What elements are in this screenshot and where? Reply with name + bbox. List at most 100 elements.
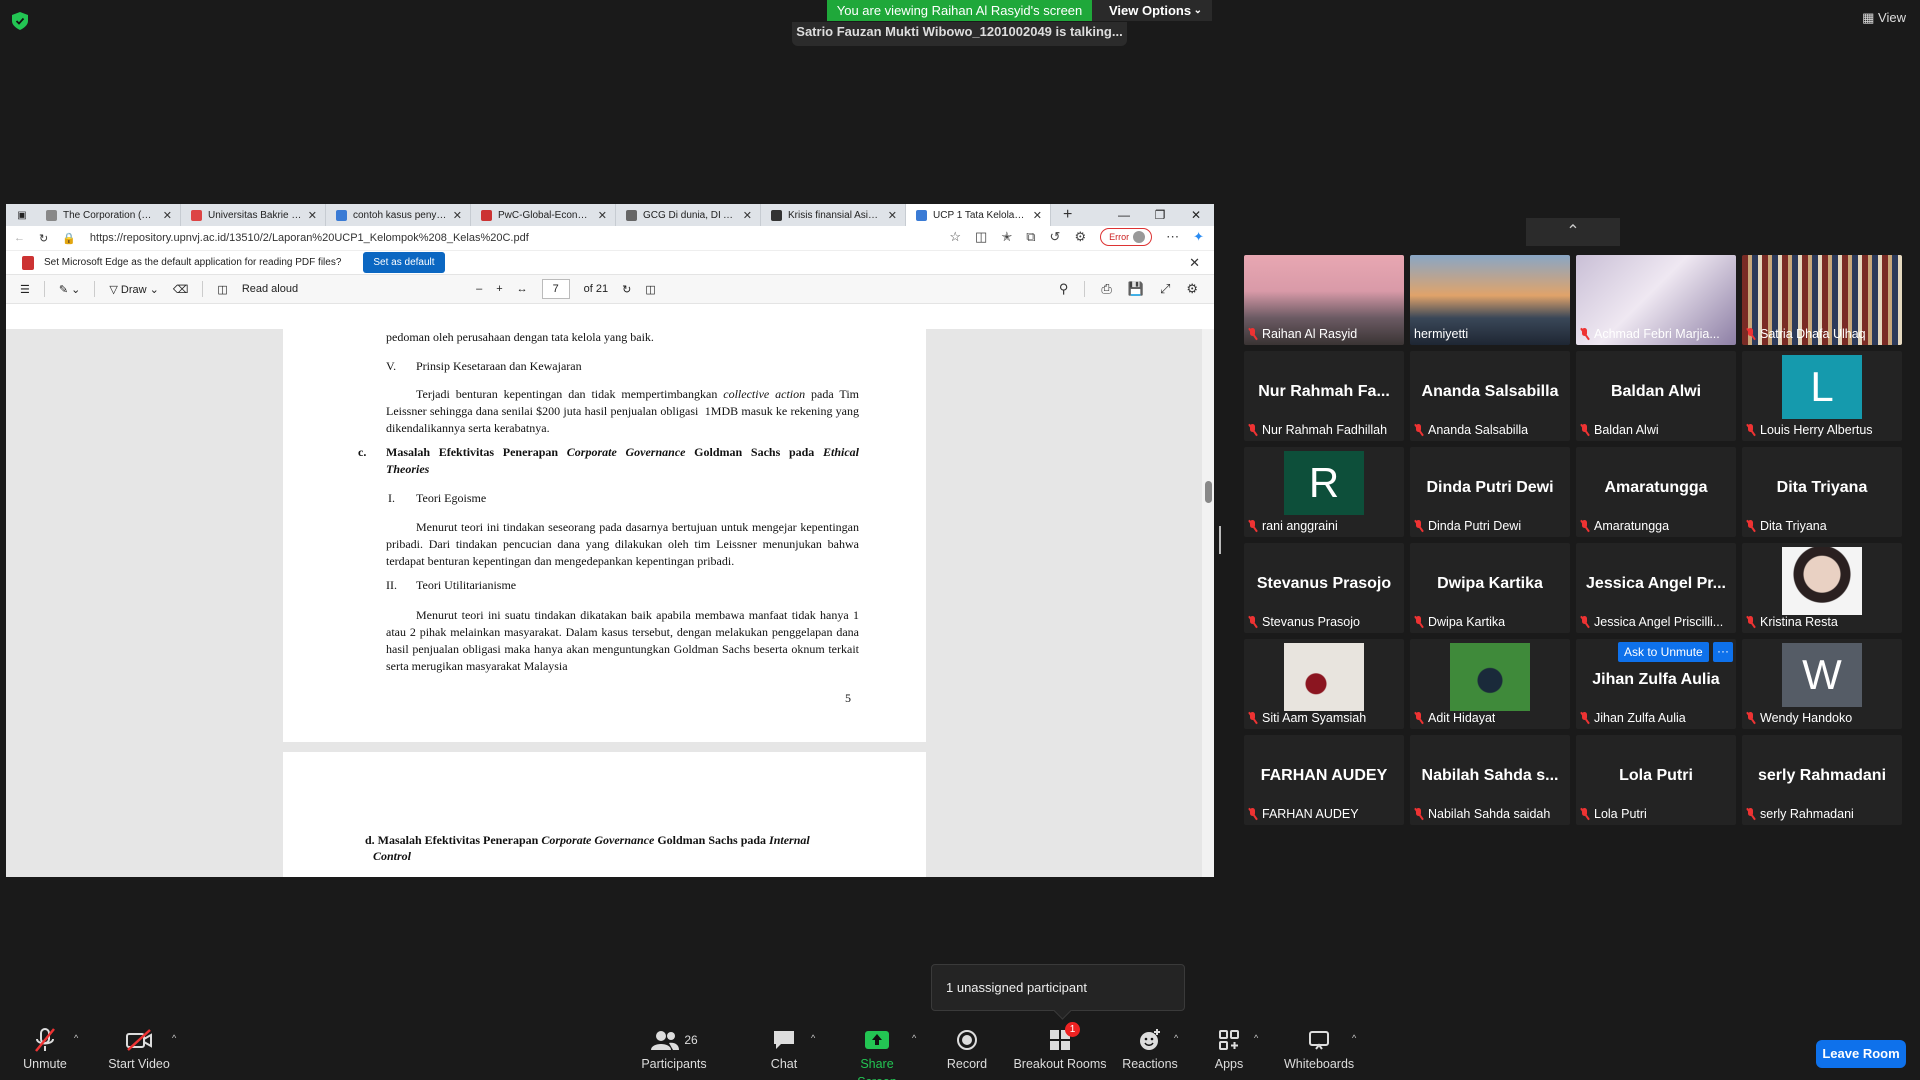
save-icon[interactable]: 💾 xyxy=(1128,281,1144,297)
participant-tile[interactable]: Satria Dhafa Ulhaq xyxy=(1742,255,1902,345)
chat-button[interactable]: Chat xyxy=(762,1025,806,1080)
browser-tab[interactable]: PwC-Global-Economi ✕ xyxy=(471,204,616,226)
browser-tab[interactable]: Krisis finansial Asia 19 ✕ xyxy=(761,204,906,226)
view-options-button[interactable]: View Options ⌄ xyxy=(1092,0,1212,21)
participant-tile[interactable]: W Wendy Handoko xyxy=(1742,639,1902,729)
zoom-in-icon[interactable]: + xyxy=(496,283,502,295)
participant-tile[interactable]: Adit Hidayat xyxy=(1410,639,1570,729)
share-screen-button[interactable]: Share Screen xyxy=(840,1025,914,1080)
split-resize-handle[interactable] xyxy=(1219,526,1221,554)
participant-tile[interactable]: Ananda Salsabilla Ananda Salsabilla xyxy=(1410,351,1570,441)
browser-tab[interactable]: GCG Di dunia, DI Asia ✕ xyxy=(616,204,761,226)
breakout-rooms-button[interactable]: 1 Breakout Rooms xyxy=(1013,1022,1107,1080)
rotate-icon[interactable]: ↻ xyxy=(622,283,631,296)
participant-tile[interactable]: Siti Aam Syamsiah xyxy=(1244,639,1404,729)
split-screen-icon[interactable]: ◫ xyxy=(975,229,987,245)
scroll-thumb[interactable] xyxy=(1205,481,1212,503)
read-aloud-button[interactable]: Read aloud xyxy=(242,283,298,295)
eraser-icon[interactable]: ⌫ xyxy=(173,283,189,296)
copilot-icon[interactable]: ✦ xyxy=(1193,229,1204,245)
favorites-icon[interactable]: ✭ xyxy=(1001,229,1012,245)
set-as-default-button[interactable]: Set as default xyxy=(363,252,445,273)
participant-tile[interactable]: Dinda Putri Dewi Dinda Putri Dewi xyxy=(1410,447,1570,537)
view-button[interactable]: ▦ View xyxy=(1862,10,1906,26)
zoom-out-icon[interactable]: – xyxy=(476,283,482,295)
participants-button[interactable]: 26 Participants xyxy=(640,1025,708,1080)
start-video-button[interactable]: Start Video xyxy=(104,1025,174,1080)
participant-tile[interactable]: FARHAN AUDEY FARHAN AUDEY xyxy=(1244,735,1404,825)
unmute-button[interactable]: Unmute xyxy=(20,1025,70,1080)
close-tab-icon[interactable]: ✕ xyxy=(163,209,172,222)
chevron-up-icon[interactable]: ^ xyxy=(1174,1033,1178,1043)
close-icon[interactable]: ✕ xyxy=(1189,255,1200,271)
participant-tile[interactable]: Stevanus Prasojo Stevanus Prasojo xyxy=(1244,543,1404,633)
page-view-icon[interactable]: ◫ xyxy=(217,283,227,296)
participant-tile[interactable]: Rrani anggraini xyxy=(1244,447,1404,537)
chevron-up-icon[interactable]: ^ xyxy=(811,1033,815,1043)
extensions-icon[interactable]: ⚙ xyxy=(1074,229,1086,245)
participant-tile[interactable]: Raihan Al Rasyid xyxy=(1244,255,1404,345)
close-tab-icon[interactable]: ✕ xyxy=(453,209,462,222)
participant-tile[interactable]: Jessica Angel Pr... Jessica Angel Priscil… xyxy=(1576,543,1736,633)
participant-tile[interactable]: Kristina Resta xyxy=(1742,543,1902,633)
tab-actions-icon[interactable]: ▣ xyxy=(6,204,36,226)
more-options-button[interactable]: ··· xyxy=(1713,642,1733,662)
close-tab-icon[interactable]: ✕ xyxy=(308,209,317,222)
search-icon[interactable]: ⚲ xyxy=(1059,281,1069,297)
close-tab-icon[interactable]: ✕ xyxy=(888,209,897,222)
participant-tile[interactable]: Lola Putri Lola Putri xyxy=(1576,735,1736,825)
browser-tab[interactable]: contoh kasus penyimp ✕ xyxy=(326,204,471,226)
settings-icon[interactable]: ⚙ xyxy=(1186,281,1198,297)
leave-room-button[interactable]: Leave Room xyxy=(1816,1040,1906,1068)
participant-tile[interactable]: hermiyetti xyxy=(1410,255,1570,345)
security-shield-icon[interactable] xyxy=(12,12,28,30)
maximize-icon[interactable]: ❐ xyxy=(1142,204,1178,226)
collections-icon[interactable]: ⧉ xyxy=(1026,229,1035,245)
apps-button[interactable]: Apps xyxy=(1212,1025,1246,1080)
back-icon[interactable]: ← xyxy=(14,232,25,244)
print-icon[interactable]: ⎙ xyxy=(1101,281,1111,297)
fit-page-icon[interactable]: ↔ xyxy=(517,283,528,295)
pdf-viewer[interactable]: pedoman oleh perusahaan dengan tata kelo… xyxy=(6,329,1202,877)
participant-tile[interactable]: serly Rahmadani serly Rahmadani xyxy=(1742,735,1902,825)
participant-tile[interactable]: Dita Triyana Dita Triyana xyxy=(1742,447,1902,537)
participant-tile[interactable]: Amaratungga Amaratungga xyxy=(1576,447,1736,537)
profile-error-button[interactable]: Error xyxy=(1100,228,1153,246)
chevron-up-icon[interactable]: ^ xyxy=(912,1033,916,1043)
browser-tab[interactable]: Universitas Bakrie - SI ✕ xyxy=(181,204,326,226)
close-tab-icon[interactable]: ✕ xyxy=(598,209,607,222)
participant-tile[interactable]: Baldan Alwi Baldan Alwi xyxy=(1576,351,1736,441)
reactions-button[interactable]: Reactions xyxy=(1122,1025,1178,1080)
pdf-scrollbar[interactable] xyxy=(1202,329,1214,877)
ask-to-unmute-button[interactable]: Ask to Unmute xyxy=(1618,642,1709,662)
whiteboards-button[interactable]: Whiteboards xyxy=(1284,1025,1354,1080)
close-tab-icon[interactable]: ✕ xyxy=(743,209,752,222)
highlight-icon[interactable]: ✎ ⌄ xyxy=(59,283,81,296)
contents-icon[interactable]: ☰ xyxy=(20,283,30,296)
minimize-icon[interactable]: — xyxy=(1106,204,1142,226)
participant-tile[interactable]: Achmad Febri Marjia... xyxy=(1576,255,1736,345)
participant-tile[interactable]: L Louis Herry Albertus xyxy=(1742,351,1902,441)
refresh-icon[interactable]: ↻ xyxy=(39,232,48,245)
draw-button[interactable]: ▽ Draw ⌄ xyxy=(109,283,158,296)
fullscreen-icon[interactable]: ⤢ xyxy=(1160,281,1170,297)
page-number-input[interactable]: 7 xyxy=(541,279,570,299)
browser-tab[interactable]: The Corporation (200 ✕ xyxy=(36,204,181,226)
browser-tab-active[interactable]: UCP 1 Tata Kelola dan ✕ xyxy=(906,204,1051,226)
chevron-up-icon[interactable]: ^ xyxy=(1254,1033,1258,1043)
history-icon[interactable]: ↺ xyxy=(1050,229,1061,245)
close-window-icon[interactable]: ✕ xyxy=(1178,204,1214,226)
url-field[interactable]: https://repository.upnvj.ac.id/13510/2/L… xyxy=(90,232,860,244)
record-button[interactable]: Record xyxy=(944,1025,990,1080)
close-tab-icon[interactable]: ✕ xyxy=(1033,209,1042,222)
participant-tile[interactable]: Nabilah Sahda s... Nabilah Sahda saidah xyxy=(1410,735,1570,825)
more-icon[interactable]: ⋯ xyxy=(1166,229,1179,245)
new-tab-icon[interactable]: + xyxy=(1051,206,1084,224)
chevron-up-icon[interactable]: ^ xyxy=(1352,1033,1356,1043)
favorite-star-icon[interactable]: ☆ xyxy=(949,229,961,245)
chevron-up-icon[interactable]: ^ xyxy=(74,1033,78,1043)
participant-tile[interactable]: Dwipa Kartika Dwipa Kartika xyxy=(1410,543,1570,633)
chevron-up-icon[interactable]: ^ xyxy=(172,1033,176,1043)
participant-tile[interactable]: Nur Rahmah Fa... Nur Rahmah Fadhillah xyxy=(1244,351,1404,441)
gallery-collapse-button[interactable]: ⌃ xyxy=(1526,218,1620,246)
